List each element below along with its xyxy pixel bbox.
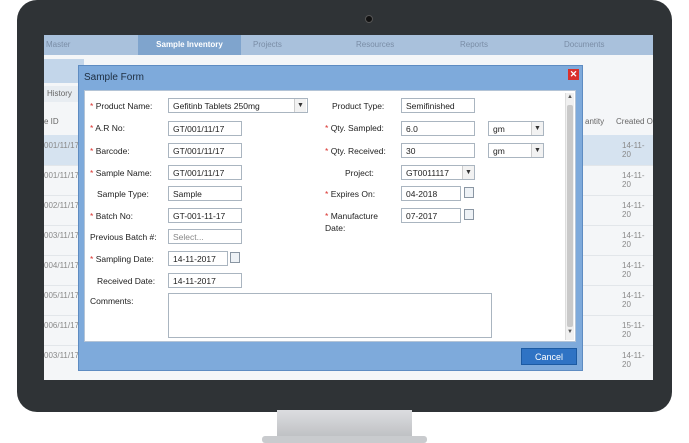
ar-no-label: * A.R No: xyxy=(90,123,125,133)
table-cell: 001/11/17 xyxy=(44,171,79,180)
barcode-label: * Barcode: xyxy=(90,146,130,156)
qty-received-label: * Qty. Received: xyxy=(325,146,386,156)
chevron-down-icon[interactable]: ▼ xyxy=(294,99,306,112)
table-cell: 003/11/17 xyxy=(44,351,79,360)
sample-type-field[interactable]: Sample xyxy=(168,186,242,201)
sampling-date-field[interactable]: 14-11-2017 xyxy=(168,251,228,266)
received-date-label: Received Date: xyxy=(97,276,156,286)
calendar-icon[interactable] xyxy=(464,209,474,220)
project-label: Project: xyxy=(345,168,374,178)
dialog-title: Sample Form xyxy=(84,72,145,83)
manufacture-date-field[interactable]: 07-2017 xyxy=(401,208,461,223)
sampling-date-label: * Sampling Date: xyxy=(90,254,154,264)
close-icon[interactable]: ✕ xyxy=(568,69,579,80)
barcode-field[interactable]: GT/001/11/17 xyxy=(168,143,242,158)
batch-no-label: * Batch No: xyxy=(90,211,134,221)
scroll-down-icon[interactable]: ▼ xyxy=(566,329,574,338)
nav-item-master[interactable]: Master xyxy=(44,35,136,55)
nav-item-reports[interactable]: Reports xyxy=(460,35,488,55)
scrollbar-thumb[interactable] xyxy=(567,105,573,327)
expires-on-label: * Expires On: xyxy=(325,189,376,199)
product-name-label: * Product Name: xyxy=(90,101,153,111)
nav-item-projects[interactable]: Projects xyxy=(253,35,282,55)
previous-batch-select[interactable]: Select... xyxy=(168,229,242,244)
sample-type-label: Sample Type: xyxy=(97,189,149,199)
qty-sampled-label: * Qty. Sampled: xyxy=(325,123,384,133)
expires-on-field[interactable]: 04-2018 xyxy=(401,186,461,201)
table-cell: 14-11-20 xyxy=(622,201,645,219)
table-cell: 14-11-20 xyxy=(622,261,645,279)
table-cell: 002/11/17 xyxy=(44,201,79,210)
sample-name-field[interactable]: GT/001/11/17 xyxy=(168,165,242,180)
qty-received-field[interactable]: 30 xyxy=(401,143,475,158)
table-cell: 14-11-20 xyxy=(622,141,645,159)
nav-item-resources[interactable]: Resources xyxy=(356,35,394,55)
ar-no-field[interactable]: GT/001/11/17 xyxy=(168,121,242,136)
column-header-id[interactable]: e ID xyxy=(44,117,59,126)
chevron-down-icon[interactable]: ▼ xyxy=(531,144,543,157)
table-cell: 004/11/17 xyxy=(44,261,79,270)
nav-bar: Master Sample Inventory Projects Resourc… xyxy=(44,35,653,55)
product-type-field[interactable]: Semifinished xyxy=(401,98,475,113)
manufacture-date-label: * Manufacture xyxy=(325,211,378,221)
table-cell: 003/11/17 xyxy=(44,231,79,240)
batch-no-field[interactable]: GT-001-11-17 xyxy=(168,208,242,223)
calendar-icon[interactable] xyxy=(230,252,240,263)
chevron-down-icon[interactable]: ▼ xyxy=(462,166,474,179)
previous-batch-label: Previous Batch #: xyxy=(90,232,157,242)
table-cell: 14-11-20 xyxy=(622,171,645,189)
table-cell: 14-11-20 xyxy=(622,231,645,249)
column-header-quantity[interactable]: antity xyxy=(585,117,604,126)
cancel-button[interactable]: Cancel xyxy=(521,348,577,365)
received-date-field[interactable]: 14-11-2017 xyxy=(168,273,242,288)
camera-icon xyxy=(365,15,373,23)
qty-sampled-field[interactable]: 6.0 xyxy=(401,121,475,136)
form-scrollbar[interactable]: ▲ ▼ xyxy=(565,93,574,340)
chevron-down-icon[interactable]: ▼ xyxy=(531,122,543,135)
table-cell: 005/11/17 xyxy=(44,291,79,300)
table-cell: 006/11/17 xyxy=(44,321,79,330)
monitor-stand-base xyxy=(262,436,427,443)
table-cell: 001/11/17 xyxy=(44,141,79,150)
comments-textarea[interactable] xyxy=(168,293,492,338)
calendar-icon[interactable] xyxy=(464,187,474,198)
sample-name-label: * Sample Name: xyxy=(90,168,152,178)
comments-label: Comments: xyxy=(90,296,134,306)
nav-item-documents[interactable]: Documents xyxy=(564,35,604,55)
scroll-up-icon[interactable]: ▲ xyxy=(566,94,574,103)
nav-item-sample-inventory[interactable]: Sample Inventory xyxy=(138,35,241,55)
table-cell: 15-11-20 xyxy=(622,321,645,339)
table-cell: 14-11-20 xyxy=(622,291,645,309)
sample-form-body: * Product Name: Gefitinb Tablets 250mg ▼… xyxy=(84,90,576,342)
product-name-select[interactable]: Gefitinb Tablets 250mg xyxy=(168,98,308,113)
table-cell: 14-11-20 xyxy=(622,351,645,369)
column-header-created-on[interactable]: Created O xyxy=(616,117,653,126)
product-type-label: Product Type: xyxy=(332,101,385,111)
manufacture-date-label-line2: Date: xyxy=(325,223,346,233)
